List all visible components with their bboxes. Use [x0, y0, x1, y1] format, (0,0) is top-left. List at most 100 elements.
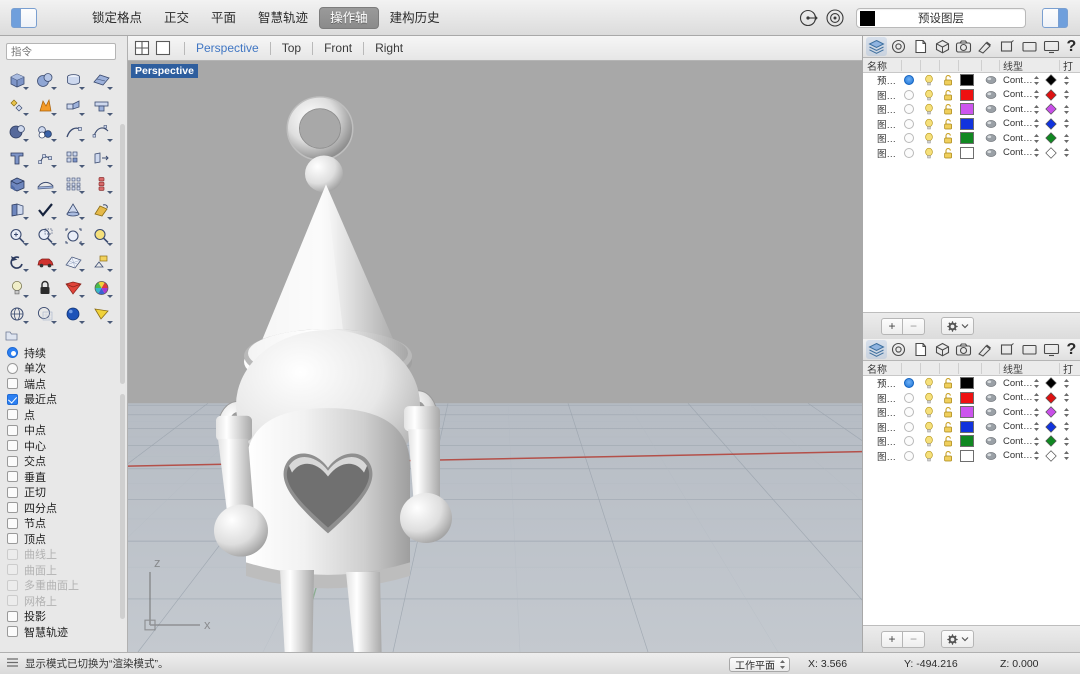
material-brush-tab-icon[interactable] — [975, 37, 996, 56]
layer-linetype[interactable]: Cont… — [1003, 133, 1033, 144]
layer-current-radio[interactable] — [904, 378, 914, 389]
material-icon[interactable] — [985, 407, 997, 417]
bulb-icon[interactable] — [923, 377, 935, 389]
print-color-diamond[interactable] — [1045, 118, 1057, 130]
material-icon[interactable] — [985, 378, 997, 388]
print-color-diamond[interactable] — [1045, 406, 1057, 418]
print-color-diamond[interactable] — [1045, 421, 1057, 433]
layer-name[interactable]: 图… — [877, 449, 896, 463]
print-color-diamond[interactable] — [1045, 103, 1057, 115]
unlock-icon[interactable] — [942, 118, 954, 130]
table-row[interactable]: 预… Cont… — [863, 376, 1080, 391]
tool-cube-blue-icon[interactable] — [4, 171, 31, 196]
layer-name[interactable]: 图… — [877, 420, 896, 434]
toggle-gumball[interactable]: 操作轴 — [319, 6, 379, 29]
tool-zoom-window-icon[interactable] — [32, 223, 59, 248]
tool-move-icon[interactable] — [88, 145, 115, 170]
layer-name[interactable]: 图… — [877, 117, 896, 131]
record-history-icon[interactable] — [798, 7, 820, 29]
tool-surface-icon[interactable] — [88, 67, 115, 92]
tool-box-icon[interactable] — [4, 67, 31, 92]
material-icon[interactable] — [985, 75, 997, 85]
layer-current-radio[interactable] — [904, 436, 914, 447]
material-icon[interactable] — [985, 436, 997, 446]
bulb-icon[interactable] — [923, 147, 935, 159]
toggle-ortho[interactable]: 正交 — [153, 7, 200, 29]
bulb-icon[interactable] — [923, 103, 935, 115]
osnap-persistent[interactable]: 持续 — [7, 345, 127, 361]
layer-current-radio[interactable] — [904, 407, 914, 418]
print-stepper[interactable] — [1063, 133, 1070, 144]
layer-name[interactable]: 图… — [877, 131, 896, 145]
layer-options-button[interactable] — [941, 630, 974, 648]
osnap-persistent-radio[interactable] — [7, 347, 18, 359]
layer-current-radio[interactable] — [904, 450, 914, 461]
tool-polyline-icon[interactable] — [32, 145, 59, 170]
table-row[interactable]: 图… Cont… — [863, 449, 1080, 464]
tool-sphere-wire-icon[interactable] — [4, 301, 31, 326]
viewport-title-label[interactable]: Perspective — [131, 64, 198, 78]
layer-name[interactable]: 图… — [877, 405, 896, 419]
layer-current-radio[interactable] — [904, 133, 914, 144]
layer-current-radio[interactable] — [904, 421, 914, 432]
print-color-diamond[interactable] — [1045, 450, 1057, 462]
layer-linetype[interactable]: Cont… — [1003, 421, 1033, 432]
osnap-perp-checkbox[interactable] — [7, 471, 18, 483]
layer-color-swatch[interactable] — [960, 103, 974, 116]
current-layer-combobox[interactable]: 预设图层 — [856, 8, 1026, 28]
layer-linetype[interactable]: Cont… — [1003, 378, 1033, 389]
named-view-tab-icon[interactable] — [997, 37, 1018, 56]
tool-extrude-icon[interactable] — [60, 93, 87, 118]
left-panel-toggle-button[interactable] — [11, 7, 37, 28]
print-stepper[interactable] — [1063, 75, 1070, 86]
command-input[interactable] — [6, 43, 116, 60]
tool-mesh-icon[interactable] — [60, 249, 87, 274]
layer-color-swatch[interactable] — [960, 377, 974, 390]
bulb-icon[interactable] — [923, 89, 935, 101]
osnap-near-checkbox[interactable] — [7, 393, 18, 405]
unlock-icon[interactable] — [942, 74, 954, 86]
properties-tab-icon[interactable] — [888, 37, 909, 56]
layer-name[interactable]: 图… — [877, 391, 896, 405]
print-stepper[interactable] — [1063, 89, 1070, 100]
tool-join-icon[interactable] — [88, 93, 115, 118]
osnap-project[interactable]: 投影 — [7, 609, 127, 625]
layer-name[interactable]: 图… — [877, 146, 896, 160]
bulb-icon[interactable] — [923, 132, 935, 144]
table-row[interactable]: 图… Cont… — [863, 146, 1080, 161]
table-row[interactable]: 图… Cont… — [863, 405, 1080, 420]
layer-linetype[interactable]: Cont… — [1003, 89, 1033, 100]
layer-name[interactable]: 图… — [877, 434, 896, 448]
linetype-stepper[interactable] — [1033, 89, 1040, 100]
layer-name[interactable]: 预… — [877, 376, 896, 390]
layer-linetype[interactable]: Cont… — [1003, 104, 1033, 115]
tool-check-icon[interactable] — [32, 197, 59, 222]
print-stepper[interactable] — [1063, 436, 1070, 447]
print-color-diamond[interactable] — [1045, 392, 1057, 404]
osnap-quad[interactable]: 四分点 — [7, 500, 127, 516]
unlock-icon[interactable] — [942, 377, 954, 389]
tool-zoom-extents-icon[interactable] — [60, 223, 87, 248]
osnap-quad-checkbox[interactable] — [7, 502, 18, 514]
print-stepper[interactable] — [1063, 147, 1070, 158]
unlock-icon[interactable] — [942, 450, 954, 462]
layers-tab-icon[interactable] — [866, 340, 887, 359]
unlock-icon[interactable] — [942, 89, 954, 101]
four-view-icon[interactable] — [133, 40, 151, 56]
layer-current-radio[interactable] — [904, 104, 914, 115]
bulb-icon[interactable] — [923, 435, 935, 447]
print-color-diamond[interactable] — [1045, 435, 1057, 447]
osnap-cen-checkbox[interactable] — [7, 440, 18, 452]
perspective-viewport[interactable]: Perspective z x — [128, 61, 862, 652]
linetype-stepper[interactable] — [1033, 436, 1040, 447]
layer-current-radio[interactable] — [904, 75, 914, 86]
material-icon[interactable] — [985, 133, 997, 143]
material-brush-tab-icon[interactable] — [975, 340, 996, 359]
tool-unroll-icon[interactable] — [4, 197, 31, 222]
bulb-icon[interactable] — [923, 74, 935, 86]
tool-named-view-icon[interactable] — [88, 249, 115, 274]
material-icon[interactable] — [985, 90, 997, 100]
layer-linetype[interactable]: Cont… — [1003, 147, 1033, 158]
layer-name[interactable]: 预… — [877, 73, 896, 87]
object-cube-tab-icon[interactable] — [932, 340, 953, 359]
